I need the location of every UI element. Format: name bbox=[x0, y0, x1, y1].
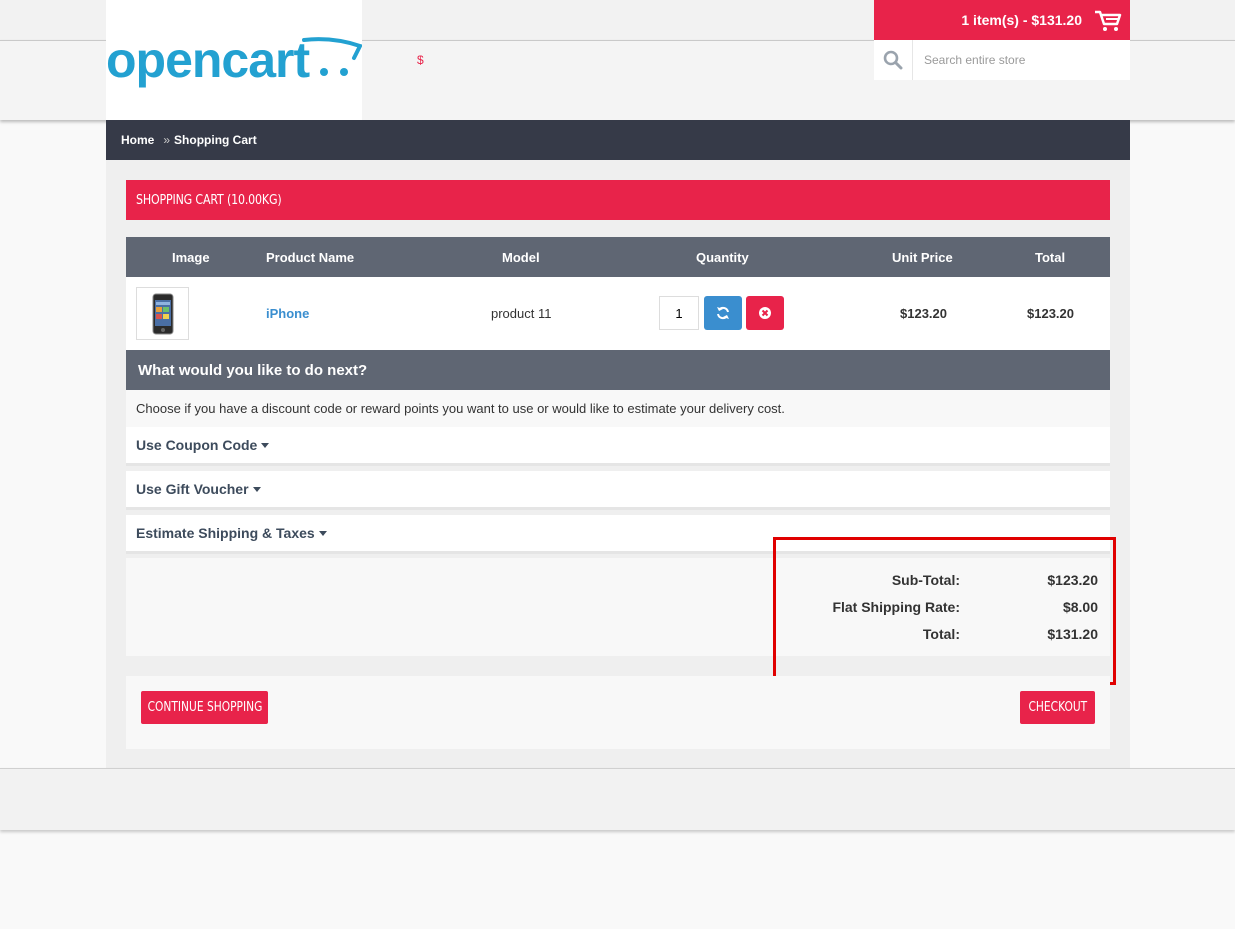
cart-summary-text: 1 item(s) - $131.20 bbox=[961, 12, 1082, 28]
remove-icon bbox=[759, 307, 771, 319]
search-button[interactable] bbox=[874, 40, 913, 80]
remove-item-button[interactable] bbox=[746, 296, 784, 330]
checkout-button[interactable]: CHECKOUT bbox=[1020, 691, 1095, 724]
breadcrumb-home-link[interactable]: Home bbox=[121, 133, 154, 147]
column-header-model: Model bbox=[502, 250, 540, 265]
caret-down-icon bbox=[318, 530, 327, 536]
totals-highlight-box bbox=[773, 537, 1116, 685]
quantity-input[interactable] bbox=[659, 296, 699, 330]
column-header-product-name: Product Name bbox=[266, 250, 355, 265]
caret-down-icon bbox=[261, 442, 270, 448]
shopping-cart-icon bbox=[1095, 10, 1122, 31]
next-steps-description: Choose if you have a discount code or re… bbox=[126, 390, 1110, 427]
voucher-panel-toggle[interactable]: Use Gift Voucher bbox=[126, 471, 1110, 510]
breadcrumb-current[interactable]: Shopping Cart bbox=[174, 133, 257, 147]
unit-price: $123.20 bbox=[900, 306, 947, 321]
coupon-panel-toggle[interactable]: Use Coupon Code bbox=[126, 427, 1110, 466]
product-name-link[interactable]: iPhone bbox=[266, 306, 309, 321]
checkout-label: CHECKOUT bbox=[1028, 700, 1087, 715]
coupon-panel-label: Use Coupon Code bbox=[136, 437, 258, 453]
cart-summary-button[interactable]: 1 item(s) - $131.20 bbox=[874, 0, 1130, 40]
breadcrumb-separator: » bbox=[163, 133, 171, 147]
cart-actions: CONTINUE SHOPPING CHECKOUT bbox=[126, 676, 1110, 749]
refresh-icon bbox=[717, 306, 729, 320]
voucher-panel-label: Use Gift Voucher bbox=[136, 481, 249, 497]
cart-table: Image Product Name Model Quantity Unit P… bbox=[126, 237, 1110, 350]
logo-wordmark: opencart bbox=[106, 32, 310, 88]
logo-cart-icon bbox=[302, 37, 362, 76]
page-title: SHOPPING CART (10.00KG) bbox=[126, 180, 1110, 220]
footer bbox=[0, 768, 1235, 830]
caret-down-icon bbox=[252, 486, 261, 492]
shipping-panel-label: Estimate Shipping & Taxes bbox=[136, 525, 315, 541]
product-thumbnail[interactable] bbox=[136, 287, 189, 340]
continue-shopping-label: CONTINUE SHOPPING bbox=[147, 700, 262, 715]
store-logo[interactable]: opencart bbox=[106, 0, 362, 120]
continue-shopping-button[interactable]: CONTINUE SHOPPING bbox=[141, 691, 268, 724]
column-header-unit-price: Unit Price bbox=[892, 250, 953, 265]
product-model: product 11 bbox=[491, 306, 552, 321]
search-input[interactable] bbox=[914, 40, 1130, 80]
page-title-text: SHOPPING CART (10.00KG) bbox=[136, 192, 282, 208]
column-header-total: Total bbox=[1035, 250, 1066, 265]
column-header-image: Image bbox=[172, 250, 210, 265]
row-total: $123.20 bbox=[1027, 306, 1074, 321]
search-icon bbox=[883, 50, 903, 70]
iphone-icon bbox=[152, 293, 173, 334]
update-quantity-button[interactable] bbox=[704, 296, 742, 330]
column-header-quantity: Quantity bbox=[696, 250, 749, 265]
search-bar bbox=[874, 40, 1130, 80]
table-row: iPhone product 11 $123.20 $123.20 bbox=[126, 277, 1110, 350]
table-header: Image Product Name Model Quantity Unit P… bbox=[126, 237, 1110, 277]
breadcrumb: Home » Shopping Cart bbox=[106, 120, 1130, 160]
next-steps-heading: What would you like to do next? bbox=[126, 350, 1110, 390]
currency-selector[interactable]: $ bbox=[417, 53, 424, 67]
main-content: SHOPPING CART (10.00KG) Image Product Na… bbox=[106, 160, 1130, 768]
